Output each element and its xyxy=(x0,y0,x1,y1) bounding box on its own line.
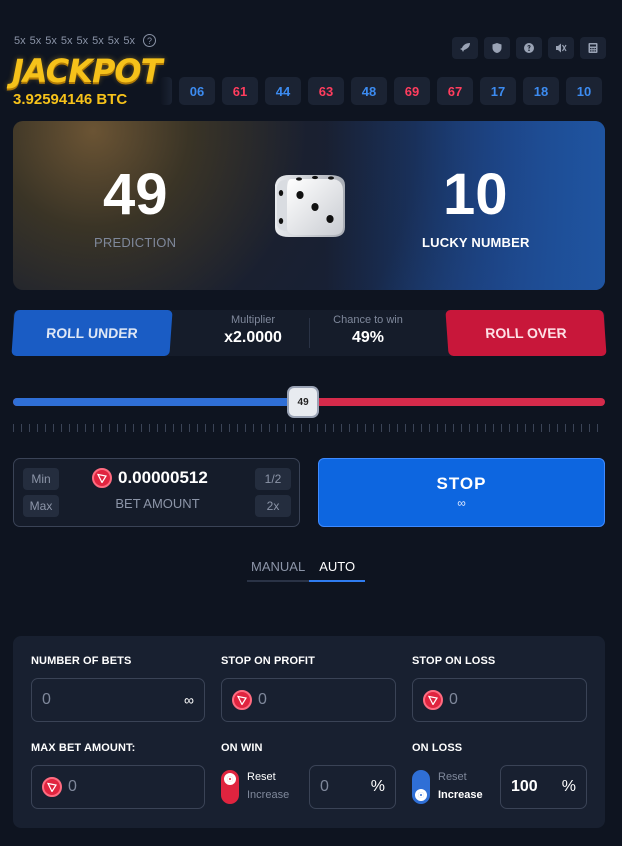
roll-selector: ROLL UNDER Multiplier x2.0000 Chance to … xyxy=(11,310,607,356)
roll-history: 06 61 44 63 48 69 67 17 18 10 xyxy=(160,77,602,105)
on-loss-increase-option[interactable]: Increase xyxy=(438,786,483,804)
jackpot-help-icon[interactable]: ? xyxy=(143,34,156,47)
tab-auto[interactable]: AUTO xyxy=(309,557,366,582)
history-item: 06 xyxy=(179,77,215,105)
stop-autobet-button[interactable]: STOP ∞ xyxy=(318,458,605,527)
history-item: 17 xyxy=(480,77,516,105)
stop-on-profit-label: STOP ON PROFIT xyxy=(221,655,315,667)
chance-display: Chance to win 49% xyxy=(318,314,418,347)
lucky-number-label: LUCKY NUMBER xyxy=(422,235,530,250)
on-win-toggle[interactable] xyxy=(221,770,239,804)
stop-on-loss-input[interactable]: 0 xyxy=(412,678,587,722)
stop-on-profit-value: 0 xyxy=(258,691,267,708)
rocket-icon[interactable] xyxy=(452,37,478,59)
half-bet-button[interactable]: 1/2 xyxy=(255,468,291,490)
prediction-label: PREDICTION xyxy=(94,235,177,250)
autobet-settings-panel: NUMBER OF BETS 0 ∞ STOP ON PROFIT 0 STOP… xyxy=(13,636,605,828)
on-win-reset-option[interactable]: Reset xyxy=(247,768,276,786)
on-win-percent-value: 0 xyxy=(320,778,329,795)
roll-under-button[interactable]: ROLL UNDER xyxy=(11,310,173,356)
on-win-increase-option[interactable]: Increase xyxy=(247,786,289,804)
multiplier-display: Multiplier x2.0000 xyxy=(203,314,303,347)
multiplier-value: x2.0000 xyxy=(224,329,282,346)
history-item: 61 xyxy=(222,77,258,105)
dice-icon xyxy=(275,175,345,237)
chance-label: Chance to win xyxy=(333,314,403,326)
prediction-slider-handle[interactable]: 49 xyxy=(289,388,318,416)
history-item: 63 xyxy=(308,77,344,105)
multiplier-label: 5x xyxy=(29,34,42,47)
history-item: 67 xyxy=(437,77,473,105)
multiplier-label: 5x xyxy=(92,34,104,47)
jackpot-amount: 3.92594146 BTC xyxy=(13,91,128,108)
number-of-bets-label: NUMBER OF BETS xyxy=(31,655,132,667)
tab-manual[interactable]: MANUAL xyxy=(247,557,310,582)
dice-game-page: 5x 5x 5x 5x 5x 5x 5x 5x ? JACKPOT 3.9259… xyxy=(0,0,622,846)
double-bet-button[interactable]: 2x xyxy=(255,495,291,517)
multiplier-label: 5x xyxy=(45,34,57,47)
on-loss-reset-option[interactable]: Reset xyxy=(438,768,467,786)
multiplier-label: 5x xyxy=(60,34,73,47)
jackpot-multiplier-row: 5x 5x 5x 5x 5x 5x 5x 5x ? xyxy=(14,34,156,47)
history-fade xyxy=(160,77,172,105)
bet-mode-tabs: MANUAL AUTO xyxy=(247,557,366,582)
roll-over-button[interactable]: ROLL OVER xyxy=(445,310,607,356)
shield-icon[interactable] xyxy=(484,37,510,59)
on-loss-toggle[interactable] xyxy=(412,770,430,804)
toggle-knob xyxy=(224,773,236,785)
stop-on-profit-input[interactable]: 0 xyxy=(221,678,396,722)
max-bet-amount-label: MAX BET AMOUNT: xyxy=(31,742,136,754)
history-item: 10 xyxy=(566,77,602,105)
multiplier-label: 5x xyxy=(107,34,120,47)
history-item: 69 xyxy=(394,77,430,105)
history-item: 44 xyxy=(265,77,301,105)
result-panel: 49 PREDICTION 10 LUCKY NUMBER xyxy=(13,121,605,290)
on-loss-label: ON LOSS xyxy=(412,742,463,754)
tron-coin-icon xyxy=(232,690,252,710)
multiplier-label: 5x xyxy=(76,34,89,47)
lucky-number-value: 10 xyxy=(443,162,508,227)
history-item: 18 xyxy=(523,77,559,105)
divider xyxy=(309,318,310,348)
number-of-bets-input[interactable]: 0 ∞ xyxy=(31,678,205,722)
on-loss-percent-input[interactable]: 100 % xyxy=(500,765,587,809)
mute-icon[interactable] xyxy=(548,37,574,59)
history-item: 48 xyxy=(351,77,387,105)
slider-ticks xyxy=(13,424,605,432)
bet-amount-value: 0.00000512 xyxy=(118,468,208,487)
chance-value: 49% xyxy=(351,329,385,346)
bet-amount-input[interactable]: 0.00000512 xyxy=(92,468,208,488)
multiplier-label: 5x xyxy=(123,34,135,47)
multiplier-label: 5x xyxy=(14,34,26,47)
percent-unit: % xyxy=(370,778,385,795)
bet-amount-box: Min Max 0.00000512 BET AMOUNT 1/2 2x xyxy=(13,458,300,527)
calculator-icon[interactable] xyxy=(580,37,606,59)
jackpot-logo: JACKPOT xyxy=(12,52,162,90)
stop-label: STOP xyxy=(436,474,487,493)
stop-on-loss-value: 0 xyxy=(449,691,458,708)
roll-over-label: ROLL OVER xyxy=(484,325,568,341)
max-bet-amount-value: 0 xyxy=(68,778,77,795)
number-of-bets-value: 0 xyxy=(42,691,51,708)
on-loss-percent-value: 100 xyxy=(511,778,538,795)
toolbar-icons xyxy=(452,37,606,59)
remaining-bets-infinity: ∞ xyxy=(457,496,466,510)
infinity-icon: ∞ xyxy=(184,692,194,708)
stop-on-loss-label: STOP ON LOSS xyxy=(412,655,496,667)
tron-coin-icon xyxy=(92,468,112,488)
prediction-value: 49 xyxy=(103,162,168,227)
on-win-label: ON WIN xyxy=(221,742,263,754)
prediction-slider-fill xyxy=(13,398,304,406)
on-win-percent-input[interactable]: 0 % xyxy=(309,765,396,809)
roll-under-label: ROLL UNDER xyxy=(45,325,139,341)
min-bet-button[interactable]: Min xyxy=(23,468,59,490)
toggle-knob xyxy=(415,789,427,801)
percent-unit: % xyxy=(561,778,576,795)
tron-coin-icon xyxy=(42,777,62,797)
tron-coin-icon xyxy=(423,690,443,710)
multiplier-label: Multiplier xyxy=(230,314,275,326)
max-bet-amount-input[interactable]: 0 xyxy=(31,765,205,809)
help-icon[interactable] xyxy=(516,37,542,59)
